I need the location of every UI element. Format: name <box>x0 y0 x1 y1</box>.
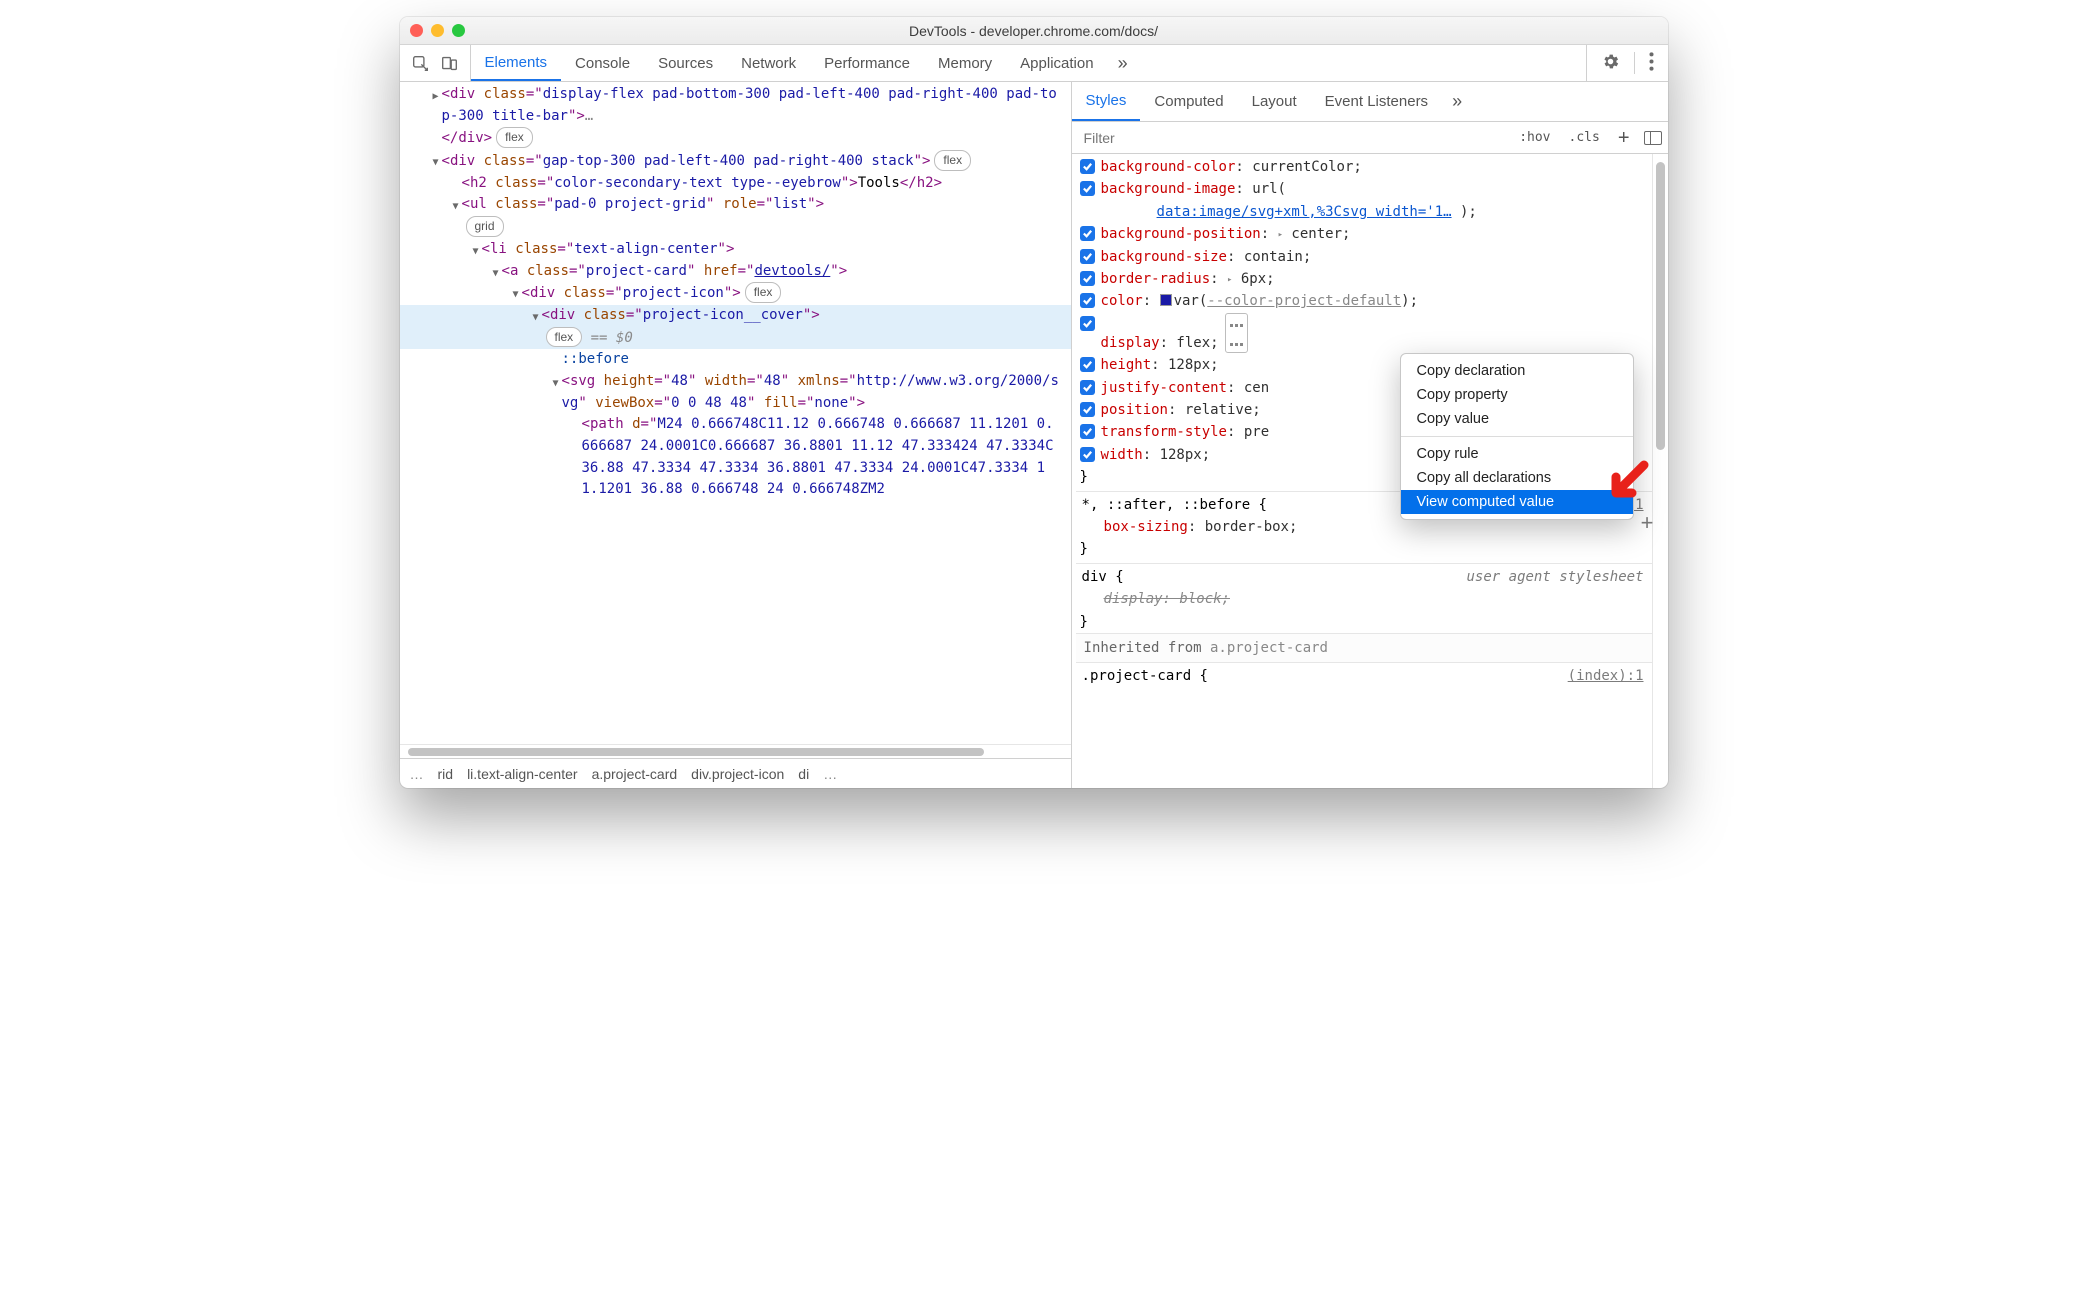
h2-text: Tools <box>858 175 900 191</box>
styles-filter-input[interactable] <box>1082 129 1506 147</box>
crumb-overflow-left[interactable]: … <box>410 766 424 782</box>
new-style-rule-button[interactable]: + <box>1614 128 1634 148</box>
css-declaration[interactable]: background-color: currentColor; <box>1076 156 1652 178</box>
css-declaration[interactable]: color: var(--color-project-default); <box>1076 290 1652 312</box>
css-declaration[interactable]: background-size: contain; <box>1076 246 1652 268</box>
declaration-checkbox[interactable] <box>1080 271 1095 286</box>
elements-panel: ▶<div class="display-flex pad-bottom-300… <box>400 82 1072 788</box>
declaration-checkbox[interactable] <box>1080 159 1095 174</box>
toggle-cls-button[interactable]: .cls <box>1565 128 1604 147</box>
more-sidebar-tabs-icon[interactable]: » <box>1442 82 1472 121</box>
layout-badge-grid[interactable]: grid <box>466 216 504 237</box>
declaration-checkbox[interactable] <box>1080 402 1095 417</box>
panel-tabs: ElementsConsoleSourcesNetworkPerformance… <box>471 45 1138 81</box>
device-toolbar-icon[interactable] <box>441 55 458 72</box>
layout-badge-flex[interactable]: flex <box>546 327 583 348</box>
more-tabs-icon[interactable]: » <box>1108 45 1138 81</box>
sidebar-tab-computed[interactable]: Computed <box>1140 82 1237 121</box>
declaration-checkbox[interactable] <box>1080 226 1095 241</box>
crumb[interactable]: div.project-icon <box>691 766 784 782</box>
close-window-button[interactable] <box>410 24 423 37</box>
vertical-scrollbar[interactable] <box>1652 154 1668 788</box>
flex-editor-icon[interactable] <box>1225 313 1248 353</box>
css-declaration[interactable]: display: flex; <box>1076 313 1652 355</box>
toolbar-right <box>1586 45 1668 81</box>
sidebar-tab-layout[interactable]: Layout <box>1238 82 1311 121</box>
dollar-zero-indicator: == $0 <box>591 330 633 346</box>
selected-dom-node[interactable]: ▼ <div class="project-icon__cover"> <box>400 305 1071 327</box>
menu-item-copy-rule[interactable]: Copy rule <box>1401 442 1633 466</box>
breadcrumbs[interactable]: … rid li.text-align-center a.project-car… <box>400 758 1071 788</box>
layout-badge-flex[interactable]: flex <box>745 282 782 303</box>
declaration-checkbox[interactable] <box>1080 424 1095 439</box>
declaration-checkbox[interactable] <box>1080 357 1095 372</box>
horizontal-scrollbar[interactable] <box>400 744 1071 758</box>
settings-gear-icon[interactable] <box>1601 52 1620 75</box>
more-options-icon[interactable] <box>1649 52 1654 75</box>
panel-tab-elements[interactable]: Elements <box>471 45 562 81</box>
color-swatch[interactable] <box>1160 294 1172 306</box>
declaration-checkbox[interactable] <box>1080 293 1095 308</box>
panel-tab-network[interactable]: Network <box>727 45 810 81</box>
pseudo-before[interactable]: ::before <box>562 351 629 367</box>
main-toolbar: ElementsConsoleSourcesNetworkPerformance… <box>400 45 1668 82</box>
panel-tab-application[interactable]: Application <box>1006 45 1107 81</box>
window-controls <box>410 24 465 37</box>
panel-tab-performance[interactable]: Performance <box>810 45 924 81</box>
inspect-element-icon[interactable] <box>412 55 429 72</box>
crumb[interactable]: rid <box>438 766 454 782</box>
devtools-window: DevTools - developer.chrome.com/docs/ El… <box>400 17 1668 788</box>
crumb[interactable]: li.text-align-center <box>467 766 578 782</box>
declaration-checkbox[interactable] <box>1080 249 1095 264</box>
zoom-window-button[interactable] <box>452 24 465 37</box>
crumb-overflow-right[interactable]: … <box>823 766 837 782</box>
declaration-checkbox[interactable] <box>1080 380 1095 395</box>
declaration-checkbox[interactable] <box>1080 316 1095 331</box>
css-declaration[interactable]: border-radius: ▸ 6px; <box>1076 268 1652 290</box>
menu-item-copy-property[interactable]: Copy property <box>1401 383 1633 407</box>
css-declaration[interactable]: background-position: ▸ center; <box>1076 223 1652 245</box>
inspect-tools <box>400 45 471 81</box>
computed-sidebar-toggle-icon[interactable] <box>1644 131 1662 145</box>
layout-badge-flex[interactable]: flex <box>496 127 533 148</box>
toggle-hov-button[interactable]: :hov <box>1515 128 1554 147</box>
dom-tree[interactable]: ▶<div class="display-flex pad-bottom-300… <box>400 82 1071 744</box>
crumb[interactable]: di <box>798 766 809 782</box>
sidebar-tab-event-listeners[interactable]: Event Listeners <box>1311 82 1442 121</box>
menu-item-copy-value[interactable]: Copy value <box>1401 407 1633 431</box>
minimize-window-button[interactable] <box>431 24 444 37</box>
add-declaration-plus-icon[interactable]: + <box>1641 510 1654 536</box>
window-title: DevTools - developer.chrome.com/docs/ <box>400 23 1668 39</box>
menu-item-view-computed-value[interactable]: View computed value <box>1401 490 1633 514</box>
panel-tab-memory[interactable]: Memory <box>924 45 1006 81</box>
declaration-checkbox[interactable] <box>1080 447 1095 462</box>
panel-tab-console[interactable]: Console <box>561 45 644 81</box>
context-menu: Copy declarationCopy propertyCopy value C… <box>1400 353 1634 520</box>
css-declaration[interactable]: background-image: url(data:image/svg+xml… <box>1076 178 1652 223</box>
styles-filter-bar: :hov .cls + <box>1072 122 1668 154</box>
layout-badge-flex[interactable]: flex <box>934 150 971 171</box>
annotation-arrow-icon <box>1602 457 1650 510</box>
menu-item-copy-all-declarations[interactable]: Copy all declarations <box>1401 466 1633 490</box>
sidebar-tab-styles[interactable]: Styles <box>1072 82 1141 121</box>
crumb[interactable]: a.project-card <box>592 766 678 782</box>
declaration-checkbox[interactable] <box>1080 181 1095 196</box>
panel-tab-sources[interactable]: Sources <box>644 45 727 81</box>
menu-item-copy-declaration[interactable]: Copy declaration <box>1401 359 1633 383</box>
sidebar-tabs: StylesComputedLayoutEvent Listeners» <box>1072 82 1668 122</box>
title-bar: DevTools - developer.chrome.com/docs/ <box>400 17 1668 45</box>
